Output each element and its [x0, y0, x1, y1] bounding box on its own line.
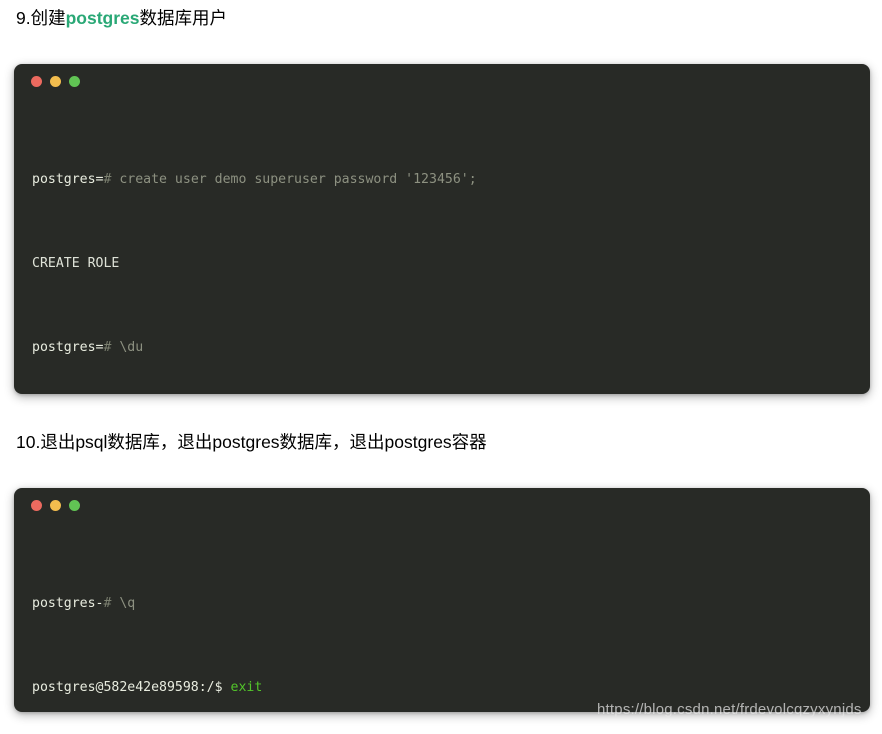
close-button-icon[interactable]: [31, 75, 42, 87]
command-text: \du: [119, 340, 144, 355]
shell-prompt: postgres-: [32, 596, 104, 611]
page-title-step-10: 10.退出psql数据库，退出postgres数据库，退出postgres容器: [16, 432, 487, 452]
command-text: exit: [230, 680, 263, 695]
watermark-url: https://blog.csdn.net/frdevolcqzyxynjds: [597, 701, 862, 718]
terminal-line: postgres-# \q: [32, 590, 870, 618]
command-text: create user demo superuser password '123…: [119, 172, 477, 187]
heading-9-suffix: 数据库用户: [139, 8, 228, 28]
terminal-window-1: postgres=# create user demo superuser pa…: [14, 64, 870, 394]
terminal-window-2: postgres-# \q postgres@582e42e89598:/$ e…: [14, 488, 870, 712]
heading-9-highlight: postgres: [65, 8, 140, 28]
terminal-line: postgres@582e42e89598:/$ exit: [32, 674, 870, 702]
minimize-button-icon[interactable]: [50, 499, 61, 511]
prompt-hash: #: [103, 596, 120, 611]
terminal-line: postgres=# \du: [32, 334, 870, 362]
shell-prompt: postgres@582e42e89598:/$: [32, 680, 231, 695]
terminal-2-output[interactable]: postgres-# \q postgres@582e42e89598:/$ e…: [14, 522, 870, 712]
command-text: \q: [119, 596, 136, 611]
maximize-button-icon[interactable]: [69, 75, 80, 87]
output-text: CREATE ROLE: [32, 256, 120, 271]
terminal-line: CREATE ROLE: [32, 250, 870, 278]
terminal-1-output[interactable]: postgres=# create user demo superuser pa…: [14, 98, 870, 394]
maximize-button-icon[interactable]: [69, 499, 80, 511]
terminal-2-titlebar: [14, 488, 870, 522]
heading-9-prefix: 9.创建: [16, 8, 66, 28]
terminal-1-titlebar: [14, 64, 870, 98]
prompt-hash: #: [103, 172, 120, 187]
terminal-line: postgres=# create user demo superuser pa…: [32, 166, 870, 194]
close-button-icon[interactable]: [31, 499, 42, 511]
minimize-button-icon[interactable]: [50, 75, 61, 87]
page-title-step-9: 9.创建postgres数据库用户: [16, 6, 227, 30]
prompt-hash: #: [103, 340, 120, 355]
shell-prompt: postgres=: [32, 172, 104, 187]
shell-prompt: postgres=: [32, 340, 104, 355]
page-root: 9.创建postgres数据库用户 postgres=# create user…: [0, 0, 882, 734]
